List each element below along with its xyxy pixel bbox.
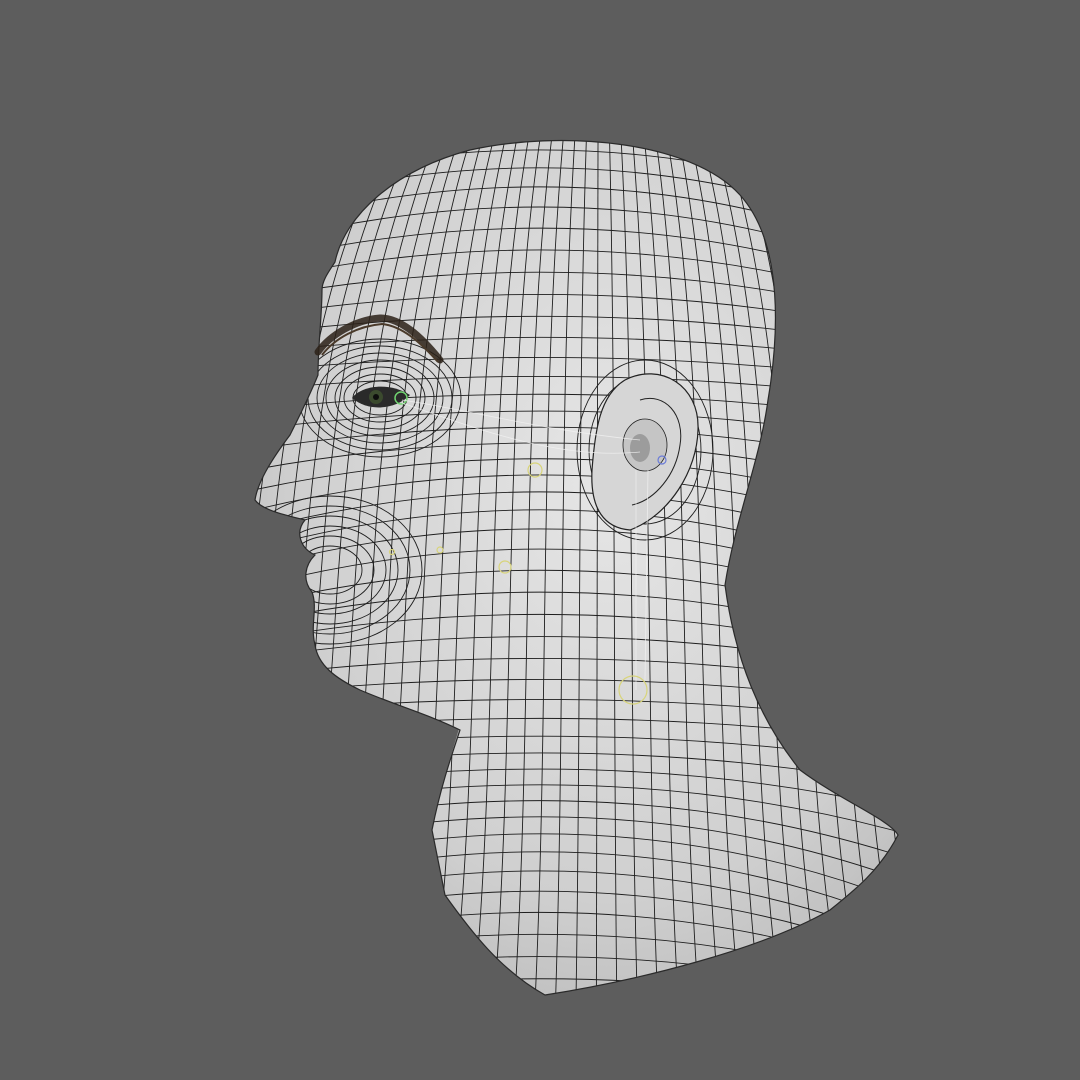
wire-latitude bbox=[230, 1001, 930, 1037]
mesh-render[interactable] bbox=[0, 0, 1080, 1080]
3d-viewport[interactable] bbox=[0, 0, 1080, 1080]
head-surface[interactable] bbox=[255, 140, 898, 995]
